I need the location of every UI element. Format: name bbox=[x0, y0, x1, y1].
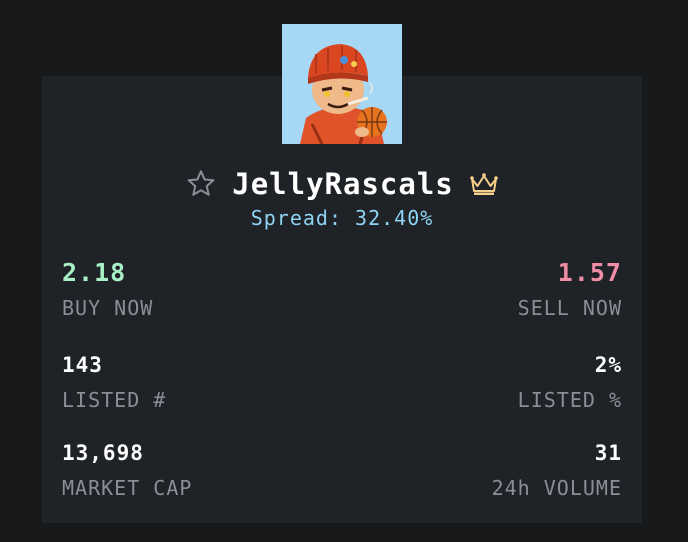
buy-now-value: 2.18 bbox=[62, 258, 127, 287]
sell-now-label: SELL NOW bbox=[517, 296, 622, 320]
buy-now-label: BUY NOW bbox=[62, 296, 154, 320]
volume-24h-stat: 31 24h VOLUME bbox=[362, 438, 622, 500]
market-cap-stat: 13,698 MARKET CAP bbox=[62, 438, 322, 500]
title-row: JellyRascals bbox=[42, 166, 642, 202]
volume-24h-value: 31 bbox=[594, 441, 622, 465]
collection-panel: JellyRascals Spread: 32.40% 2.18 BUY NOW… bbox=[0, 0, 688, 542]
collection-name: JellyRascals bbox=[232, 167, 454, 201]
listed-count-stat: 143 LISTED # bbox=[62, 350, 322, 412]
market-cap-label: MARKET CAP bbox=[62, 476, 193, 500]
sell-now-stat: 1.57 SELL NOW bbox=[362, 258, 622, 320]
sell-now-value: 1.57 bbox=[557, 258, 622, 287]
star-outline-icon[interactable] bbox=[184, 167, 218, 201]
volume-24h-label: 24h VOLUME bbox=[491, 476, 622, 500]
crown-icon bbox=[468, 170, 500, 198]
listed-count-value: 143 bbox=[62, 353, 103, 377]
listed-percent-label: LISTED % bbox=[517, 388, 622, 412]
collection-avatar bbox=[282, 24, 402, 144]
listed-count-label: LISTED # bbox=[62, 388, 167, 412]
spread-text: Spread: 32.40% bbox=[250, 206, 434, 230]
market-cap-value: 13,698 bbox=[62, 441, 144, 465]
listed-percent-value: 2% bbox=[594, 353, 622, 377]
buy-now-stat: 2.18 BUY NOW bbox=[62, 258, 322, 320]
listed-percent-stat: 2% LISTED % bbox=[362, 350, 622, 412]
